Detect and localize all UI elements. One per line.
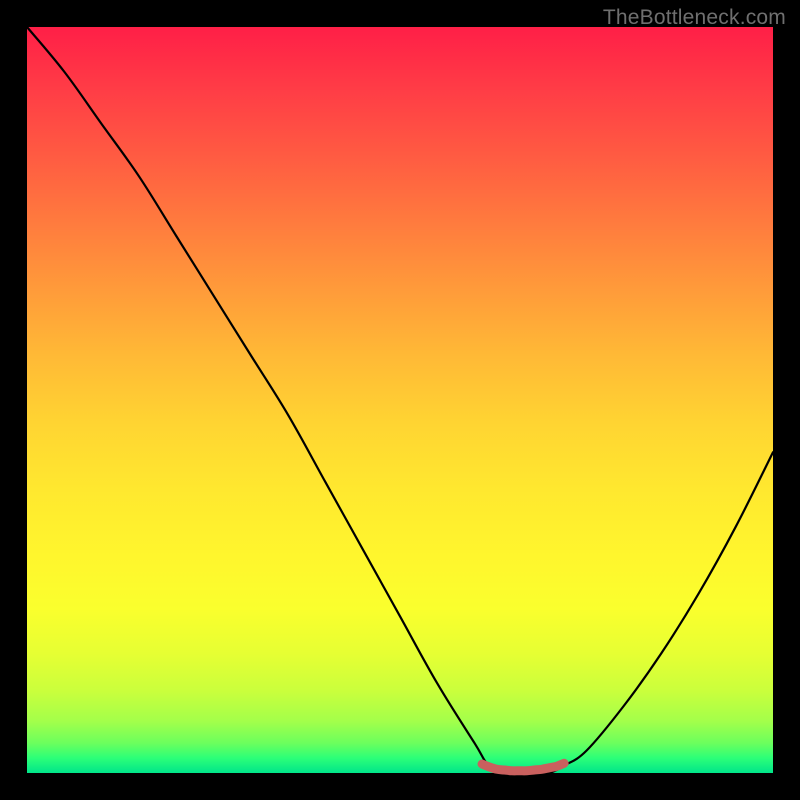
plot-area [27, 27, 773, 773]
flat-marker-path [482, 763, 564, 771]
chart-frame: TheBottleneck.com [0, 0, 800, 800]
bottleneck-curve-path [27, 27, 773, 774]
chart-svg [27, 27, 773, 773]
